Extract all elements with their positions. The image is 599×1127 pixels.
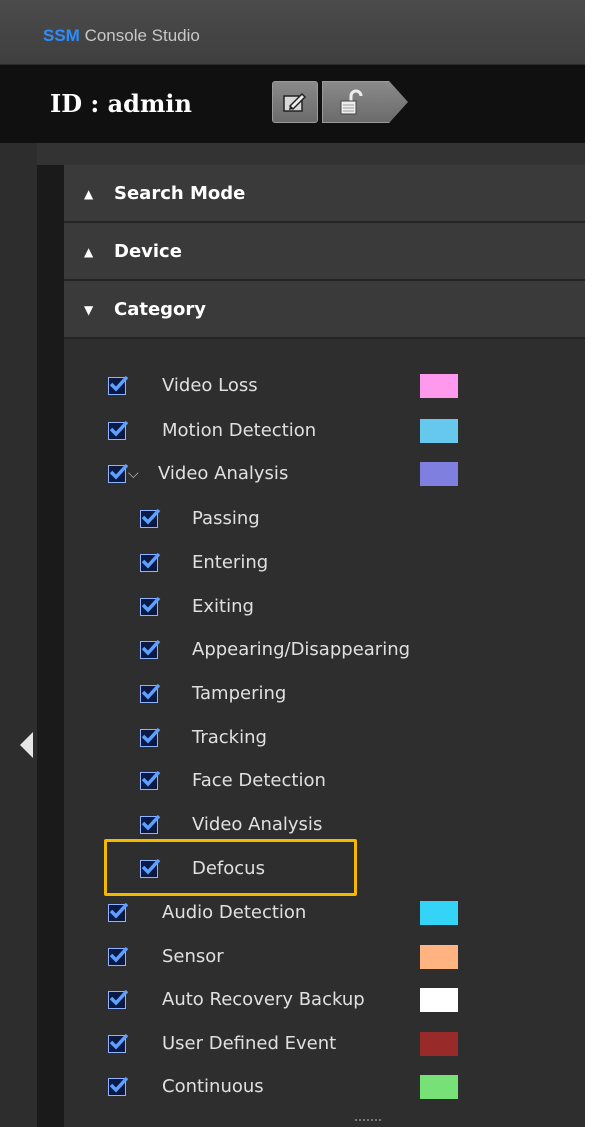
user-id-label: ID : admin (50, 89, 192, 118)
collapse-icon: ▲ (84, 245, 94, 259)
checkbox[interactable] (108, 1033, 129, 1053)
check-icon (109, 1033, 129, 1050)
check-icon (109, 1076, 129, 1093)
list-item: Exiting (136, 587, 456, 627)
list-item: Appearing/Disappearing (136, 630, 456, 670)
id-bar: ID : admin (0, 65, 585, 143)
category-label: Passing (192, 508, 260, 529)
color-swatch[interactable] (420, 374, 458, 398)
checkbox[interactable] (108, 375, 129, 395)
section-device[interactable]: ▲ Device (64, 223, 585, 281)
list-item: Continuous (104, 1067, 484, 1107)
category-label: Continuous (162, 1076, 264, 1097)
check-icon (141, 639, 161, 656)
color-swatch[interactable] (420, 462, 458, 486)
check-icon (141, 683, 161, 700)
checkbox[interactable] (140, 596, 161, 616)
list-item: Video Loss (104, 366, 484, 406)
checkbox[interactable] (140, 639, 161, 659)
expand-icon: ▼ (84, 303, 94, 317)
checkbox[interactable] (108, 902, 129, 922)
checkbox[interactable] (108, 946, 129, 966)
check-icon (141, 552, 161, 569)
category-label: Tracking (192, 727, 267, 748)
category-label: Audio Detection (162, 902, 307, 923)
color-swatch[interactable] (420, 901, 458, 925)
list-item: Tampering (136, 674, 456, 714)
checkbox[interactable] (108, 1076, 129, 1096)
checkbox[interactable] (140, 814, 161, 834)
title-bar: SSM Console Studio (0, 0, 585, 65)
collapse-icon: ▲ (84, 187, 94, 201)
list-item: User Defined Event (104, 1024, 484, 1064)
color-swatch[interactable] (420, 1075, 458, 1099)
lock-button[interactable] (322, 81, 408, 123)
section-label: Category (114, 299, 207, 320)
category-label: Face Detection (192, 770, 326, 791)
check-icon (109, 902, 129, 919)
unlock-icon (340, 89, 363, 115)
list-item: Face Detection (136, 761, 456, 801)
resize-handle[interactable] (355, 1119, 381, 1127)
category-label: Exiting (192, 596, 254, 617)
check-icon (141, 596, 161, 613)
checkbox[interactable] (140, 683, 161, 703)
app-brand: SSM (43, 26, 80, 45)
left-rail (0, 143, 37, 1127)
check-icon (109, 420, 129, 437)
checkbox[interactable] (140, 770, 161, 790)
edit-button[interactable] (272, 81, 318, 123)
checkbox[interactable] (108, 989, 129, 1009)
list-item: Sensor (104, 937, 484, 977)
check-icon (109, 463, 129, 480)
category-label: Entering (192, 552, 269, 573)
checkbox[interactable] (140, 727, 161, 747)
check-icon (109, 946, 129, 963)
category-label: User Defined Event (162, 1033, 337, 1054)
check-icon (141, 814, 161, 831)
category-label: Video Loss (162, 375, 258, 396)
list-item: Auto Recovery Backup (104, 980, 484, 1020)
check-icon (109, 989, 129, 1006)
left-inner-rail (37, 165, 64, 1127)
app-window: SSM Console Studio ID : admin ▲ Search M… (0, 0, 585, 1127)
checkbox[interactable] (140, 508, 161, 528)
category-label: Motion Detection (162, 420, 317, 441)
checkbox[interactable] (140, 552, 161, 572)
list-item: Passing (136, 499, 456, 539)
list-item: Tracking (136, 718, 456, 758)
category-label: Tampering (192, 683, 287, 704)
color-swatch[interactable] (420, 419, 458, 443)
category-label: Appearing/Disappearing (192, 639, 411, 660)
color-swatch[interactable] (420, 988, 458, 1012)
checkbox[interactable] (108, 420, 129, 440)
category-label: Sensor (162, 946, 224, 967)
check-icon (141, 727, 161, 744)
section-search-mode[interactable]: ▲ Search Mode (64, 165, 585, 223)
list-item: Audio Detection (104, 893, 484, 933)
section-label: Device (114, 241, 182, 262)
color-swatch[interactable] (420, 945, 458, 969)
check-icon (141, 508, 161, 525)
app-title: Console Studio (79, 26, 200, 45)
section-category[interactable]: ▼ Category (64, 281, 585, 339)
collapse-panel-icon[interactable] (20, 732, 33, 758)
check-icon (109, 375, 129, 392)
edit-icon (283, 92, 307, 112)
checkbox[interactable] (108, 463, 129, 483)
section-label: Search Mode (114, 183, 246, 204)
chevron-down-icon[interactable]: ⌵ (128, 454, 139, 494)
list-item: Motion Detection (104, 411, 484, 451)
highlight-box (104, 839, 357, 896)
category-label: Auto Recovery Backup (162, 989, 365, 1010)
panel-top-strip (37, 143, 585, 165)
category-label: Video Analysis (158, 463, 289, 484)
color-swatch[interactable] (420, 1032, 458, 1056)
list-item: Entering (136, 543, 456, 583)
check-icon (141, 770, 161, 787)
list-item: ⌵ Video Analysis (104, 454, 484, 494)
